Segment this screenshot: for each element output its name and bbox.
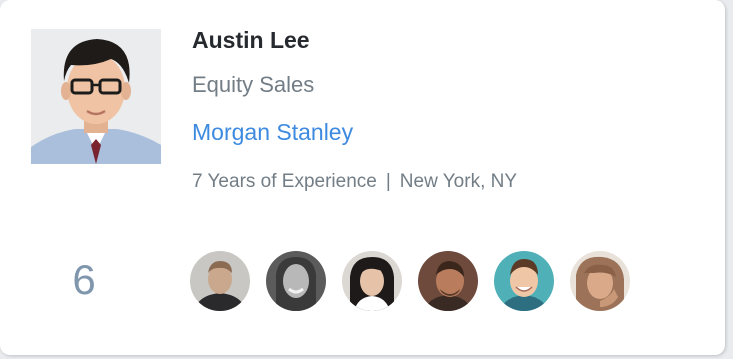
connection-avatar-1[interactable] — [190, 251, 250, 311]
connection-avatar-5[interactable] — [494, 251, 554, 311]
connection-avatars — [190, 251, 630, 311]
experience-text: 7 Years of Experience — [192, 171, 377, 192]
connection-avatar-3[interactable] — [342, 251, 402, 311]
person-avatar-icon — [190, 251, 250, 311]
person-avatar-icon — [570, 251, 630, 311]
person-avatar-icon — [494, 251, 554, 311]
profile-card[interactable]: Austin Lee Equity Sales Morgan Stanley 7… — [0, 0, 725, 355]
connection-avatar-6[interactable] — [570, 251, 630, 311]
connection-avatar-4[interactable] — [418, 251, 478, 311]
connection-avatar-2[interactable] — [266, 251, 326, 311]
person-avatar-icon — [266, 251, 326, 311]
profile-photo — [31, 29, 161, 164]
location-text: New York, NY — [399, 171, 518, 192]
profile-name: Austin Lee — [192, 27, 310, 53]
person-avatar-icon — [342, 251, 402, 311]
profile-meta: 7 Years of Experience | New York, NY — [192, 171, 517, 193]
connection-count: 6 — [72, 256, 96, 303]
job-title: Equity Sales — [192, 72, 315, 97]
person-avatar-icon — [418, 251, 478, 311]
meta-separator: | — [385, 171, 391, 192]
company-link[interactable]: Morgan Stanley — [192, 119, 353, 146]
